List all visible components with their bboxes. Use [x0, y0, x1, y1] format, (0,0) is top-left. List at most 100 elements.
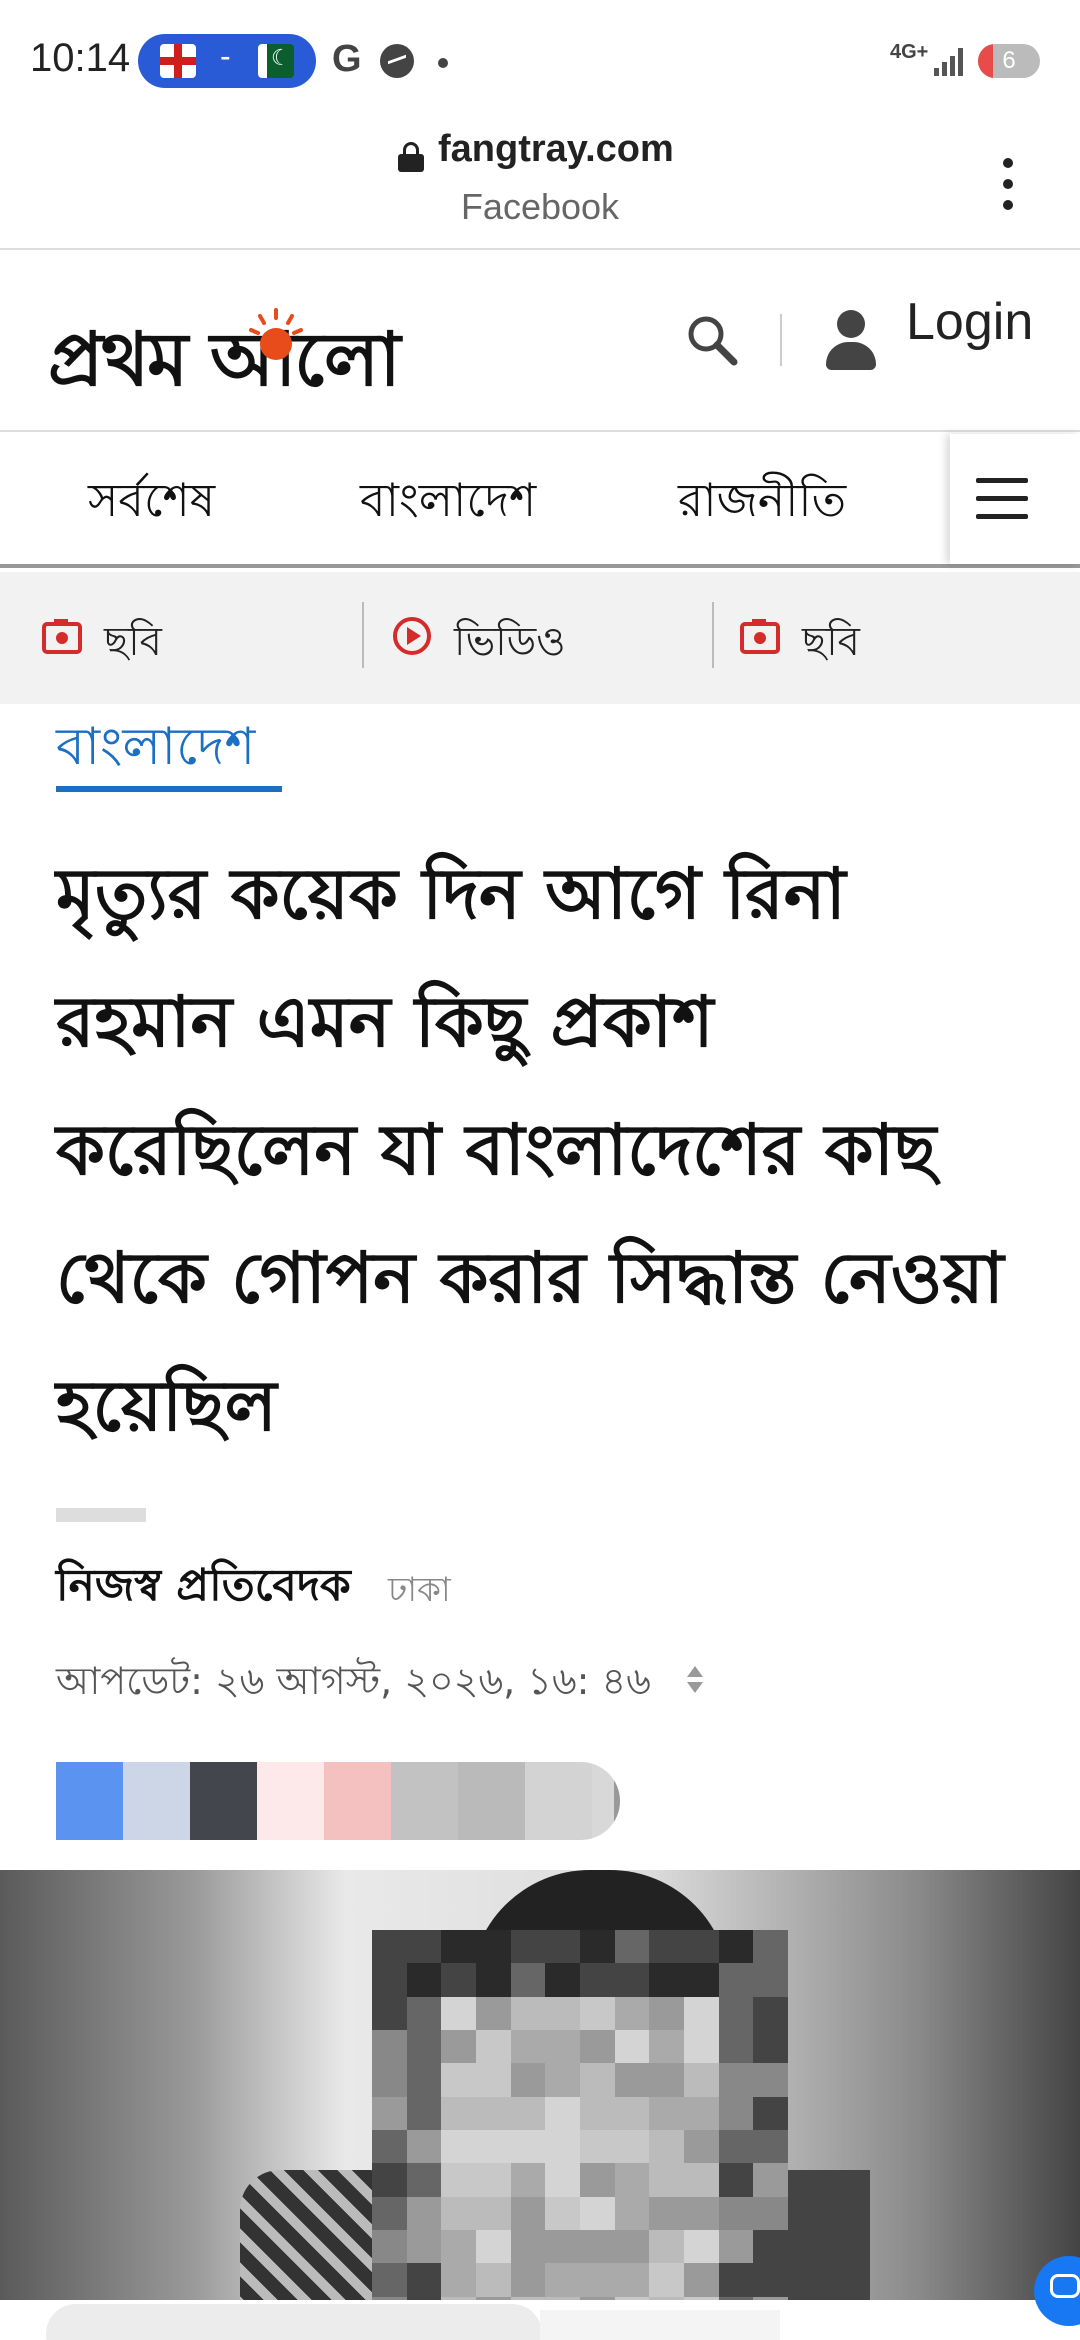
login-button[interactable]: Login	[906, 292, 1033, 352]
camera-icon	[740, 619, 780, 654]
section-tag[interactable]: বাংলাদেশ	[56, 706, 255, 793]
mosaic-tile	[372, 2163, 407, 2197]
mosaic-tile	[441, 2296, 476, 2300]
mosaic-tile	[476, 2129, 511, 2164]
mosaic-tile	[684, 2229, 719, 2264]
mosaic-tile	[406, 2096, 442, 2130]
url-domain[interactable]: fangtray.com	[438, 128, 674, 171]
mosaic-tile	[545, 1996, 580, 2030]
mosaic-tile	[510, 1963, 546, 1997]
article-author[interactable]: নিজস্ব প্রতিবেদক	[56, 1552, 351, 1625]
share-more-button[interactable]	[592, 1762, 620, 1840]
mosaic-tile	[510, 1996, 546, 2030]
bottom-sheet-handle[interactable]	[46, 2304, 542, 2340]
mosaic-tile	[614, 1963, 650, 1997]
mosaic-tile	[718, 2096, 754, 2130]
mosaic-tile	[406, 2296, 442, 2300]
share-button-7[interactable]	[458, 1762, 525, 1840]
category-latest[interactable]: সর্বশেষ	[88, 466, 215, 542]
share-button-1[interactable]	[56, 1762, 123, 1840]
search-icon[interactable]	[684, 312, 740, 368]
mosaic-tile	[441, 2263, 476, 2297]
mosaic-tile	[545, 2296, 580, 2300]
mosaic-tile	[580, 2163, 615, 2197]
share-button-8[interactable]	[525, 1762, 592, 1840]
mosaic-tile	[684, 2196, 719, 2230]
mosaic-tile	[406, 2196, 442, 2230]
lock-icon[interactable]	[398, 142, 424, 172]
mosaic-tile	[614, 2163, 650, 2197]
network-type: 4G+	[890, 41, 929, 63]
mosaic-tile	[753, 2096, 788, 2130]
mosaic-tile	[545, 2263, 580, 2297]
mosaic-tile	[580, 2296, 615, 2300]
mosaic-tile	[718, 2063, 754, 2097]
share-button-3[interactable]	[190, 1762, 257, 1840]
more-options-icon[interactable]	[998, 154, 1018, 214]
article-headline: মৃত্যুর কয়েক দিন আগে রিনা রহমান এমন কিছ…	[56, 853, 1004, 1447]
share-button-2[interactable]	[123, 1762, 190, 1840]
category-politics[interactable]: রাজনীতি	[678, 466, 846, 542]
mosaic-tile	[476, 2196, 511, 2230]
mosaic-tile	[476, 1996, 511, 2030]
mosaic-tile	[372, 2229, 407, 2264]
mosaic-tile	[649, 2163, 684, 2197]
blurred-face	[372, 1930, 788, 2300]
mosaic-tile	[545, 1930, 580, 1964]
header-divider	[780, 314, 782, 366]
mosaic-tile	[753, 2229, 788, 2264]
battery-icon: 6	[978, 44, 1040, 78]
mosaic-tile	[441, 1930, 476, 1964]
site-header: প্রথম আলো Login	[0, 252, 1080, 432]
category-bangladesh[interactable]: বাংলাদেশ	[360, 466, 536, 542]
user-icon[interactable]	[822, 310, 878, 372]
mosaic-tile	[372, 2029, 407, 2064]
mosaic-tile	[684, 2096, 719, 2130]
mosaic-tile	[406, 1996, 442, 2030]
mosaic-tile	[406, 2163, 442, 2197]
mosaic-tile	[580, 1996, 615, 2030]
mosaic-tile	[441, 1996, 476, 2030]
mosaic-tile	[580, 1963, 615, 1997]
mosaic-tile	[510, 2129, 546, 2164]
mosaic-tile	[510, 2296, 546, 2300]
category-nav: সর্বশেষ বাংলাদেশ রাজনীতি	[0, 434, 1080, 568]
mosaic-tile	[510, 2229, 546, 2264]
mosaic-tile	[718, 2296, 754, 2300]
section-underline	[56, 786, 282, 792]
mosaic-tile	[476, 2263, 511, 2297]
clock: 10:14	[30, 36, 131, 80]
mosaic-tile	[718, 1963, 754, 1997]
mosaic-tile	[684, 1963, 719, 1997]
media-nav-label: ছবি	[104, 619, 162, 665]
mosaic-tile	[372, 2196, 407, 2230]
mosaic-tile	[753, 2129, 788, 2164]
media-nav: ছবি ভিডিও ছবি	[0, 572, 1080, 704]
site-logo[interactable]: প্রথম আলো	[48, 280, 528, 410]
share-button-6[interactable]	[391, 1762, 458, 1840]
hamburger-menu-icon[interactable]	[950, 434, 1080, 564]
mosaic-tile	[510, 2196, 546, 2230]
mosaic-tile	[649, 2196, 684, 2230]
messenger-notification-icon	[380, 44, 414, 78]
mosaic-tile	[614, 2196, 650, 2230]
live-score-pill[interactable]: -	[138, 34, 316, 88]
article-image[interactable]	[0, 1870, 1080, 2300]
mosaic-tile	[372, 2129, 407, 2164]
mosaic-tile	[753, 2063, 788, 2097]
share-button-4[interactable]	[257, 1762, 324, 1840]
mosaic-tile	[753, 2296, 788, 2300]
mosaic-tile	[372, 2096, 407, 2130]
mosaic-tile	[718, 1930, 754, 1964]
england-flag-icon	[160, 44, 196, 78]
headline-divider	[56, 1508, 146, 1522]
sort-toggle-icon[interactable]	[684, 1664, 706, 1698]
mosaic-tile	[406, 2029, 442, 2064]
share-button-5[interactable]	[324, 1762, 391, 1840]
mosaic-tile	[510, 2263, 546, 2297]
bottom-sheet-panel	[540, 2310, 780, 2340]
mosaic-tile	[406, 1963, 442, 1997]
mosaic-tile	[545, 1963, 580, 1997]
article-location: ঢাকা	[388, 1570, 451, 1610]
mosaic-tile	[753, 2196, 788, 2230]
